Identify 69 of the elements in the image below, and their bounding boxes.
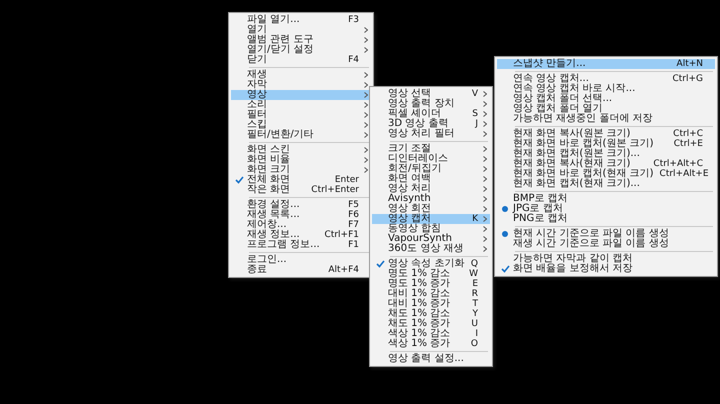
menu-item[interactable]: 작은 화면 Ctrl+Enter <box>231 185 371 195</box>
menu-item[interactable]: 앨범 관련 도구 <box>231 35 371 45</box>
menu-item[interactable]: 영상 속성 초기화 Q <box>372 259 490 269</box>
menu-item[interactable]: 회전/뒤집기 <box>372 164 490 174</box>
menu-item[interactable]: VapourSynth <box>372 234 490 244</box>
menu-item[interactable]: 환경 설정... F5 <box>231 200 371 210</box>
menu-item[interactable]: 영상 캡처 K <box>372 214 490 224</box>
menu-item[interactable]: 필터 <box>231 110 371 120</box>
menu-item[interactable]: 채도 1% 감소 Y <box>372 309 490 319</box>
menu-item[interactable]: 전체 화면 Enter <box>231 175 371 185</box>
menu-item[interactable]: 재생 목록... F6 <box>231 210 371 220</box>
menu-item[interactable]: 동영상 합침 <box>372 224 490 234</box>
menu-item[interactable]: 화면 크기 <box>231 165 371 175</box>
menu-item[interactable]: 영상 출력 장치 <box>372 99 490 109</box>
menu-item[interactable]: 디인터레이스 <box>372 154 490 164</box>
menu-item[interactable]: 대비 1% 감소 R <box>372 289 490 299</box>
menu-item[interactable]: 영상 처리 필터 <box>372 129 490 139</box>
menu-item[interactable]: 소리 <box>231 100 371 110</box>
menu-item[interactable]: 화면 비율 <box>231 155 371 165</box>
menu-item[interactable]: 연속 영상 캡처... Ctrl+G <box>497 74 715 84</box>
menu-item[interactable]: 스킵 <box>231 120 371 130</box>
menu-item[interactable]: 로그인... <box>231 255 371 265</box>
menu-item[interactable]: 화면 배율을 보정해서 저장 <box>497 264 715 274</box>
menu-item[interactable]: 재생 <box>231 70 371 80</box>
menu-item[interactable]: 현재 시간 기준으로 파일 이름 생성 <box>497 229 715 239</box>
menu-item[interactable]: 재생 시간 기준으로 파일 이름 생성 <box>497 239 715 249</box>
menu-item[interactable]: 명도 1% 감소 W <box>372 269 490 279</box>
menu-item[interactable]: 영상 출력 설정... <box>372 354 490 364</box>
menu-item[interactable]: 대비 1% 증가 T <box>372 299 490 309</box>
menu-item[interactable]: 영상 캡처 폴더 선택... <box>497 94 715 104</box>
menu-item[interactable]: 화면 여백 <box>372 174 490 184</box>
menu-item[interactable]: 종료 Alt+F4 <box>231 265 371 275</box>
menu-item[interactable]: 색상 1% 증가 O <box>372 339 490 349</box>
menu-item[interactable]: 파일 열기... F3 <box>231 15 371 25</box>
menu-item[interactable]: 프로그램 정보... F1 <box>231 240 371 250</box>
menu-item[interactable]: 명도 1% 증가 E <box>372 279 490 289</box>
menu-item[interactable]: 필터/변환/기타 <box>231 130 371 140</box>
menu-item[interactable]: 영상 회전 <box>372 204 490 214</box>
menu-item[interactable]: 자막 <box>231 80 371 90</box>
menu-item[interactable]: 픽셀 셰이더 S <box>372 109 490 119</box>
menu-item[interactable]: 영상 선택 V <box>372 89 490 99</box>
menu-item[interactable]: 360도 영상 재생 <box>372 244 490 254</box>
menu-item[interactable]: Avisynth <box>372 194 490 204</box>
menu-item[interactable]: 색상 1% 감소 I <box>372 329 490 339</box>
menu-item[interactable]: 열기 <box>231 25 371 35</box>
menu-item[interactable]: 가능하면 자막과 같이 캡처 <box>497 254 715 264</box>
menu-item[interactable]: 현재 화면 캡처(현재 크기)... <box>497 179 715 189</box>
menu-item[interactable]: 열기/닫기 설정 <box>231 45 371 55</box>
menu-item[interactable]: 현재 화면 바로 캡처(원본 크기) Ctrl+E <box>497 139 715 149</box>
menu-item[interactable]: 화면 스킨 <box>231 145 371 155</box>
menu-item[interactable]: 채도 1% 증가 U <box>372 319 490 329</box>
menu-item[interactable]: 크기 조절 <box>372 144 490 154</box>
menu-item[interactable]: 영상 <box>231 90 371 100</box>
menu-item[interactable]: JPG로 캡처 <box>497 204 715 214</box>
menu-item[interactable]: 가능하면 재생중인 폴더에 저장 <box>497 114 715 124</box>
menu-item[interactable]: PNG로 캡처 <box>497 214 715 224</box>
menu-item[interactable]: 현재 화면 바로 캡처(현재 크기) Ctrl+Alt+E <box>497 169 715 179</box>
menu-item[interactable]: 제어창... F7 <box>231 220 371 230</box>
menu-item[interactable]: 3D 영상 출력 J <box>372 119 490 129</box>
menu-item[interactable]: 영상 캡처 폴더 열기 <box>497 104 715 114</box>
menu-item[interactable]: 닫기 F4 <box>231 55 371 65</box>
menu-item[interactable]: 현재 화면 복사(원본 크기) Ctrl+C <box>497 129 715 139</box>
menu-item[interactable]: BMP로 캡처 <box>497 194 715 204</box>
menu-item[interactable]: 영상 처리 <box>372 184 490 194</box>
menu-item[interactable]: 연속 영상 캡처 바로 시작... <box>497 84 715 94</box>
menu-item[interactable]: 재생 정보... Ctrl+F1 <box>231 230 371 240</box>
menu-item[interactable]: 현재 화면 복사(현재 크기) Ctrl+Alt+C <box>497 159 715 169</box>
menu-item[interactable]: 현재 화면 캡처(원본 크기)... <box>497 149 715 159</box>
menu-item[interactable]: 스냅샷 만들기... Alt+N <box>497 59 715 69</box>
